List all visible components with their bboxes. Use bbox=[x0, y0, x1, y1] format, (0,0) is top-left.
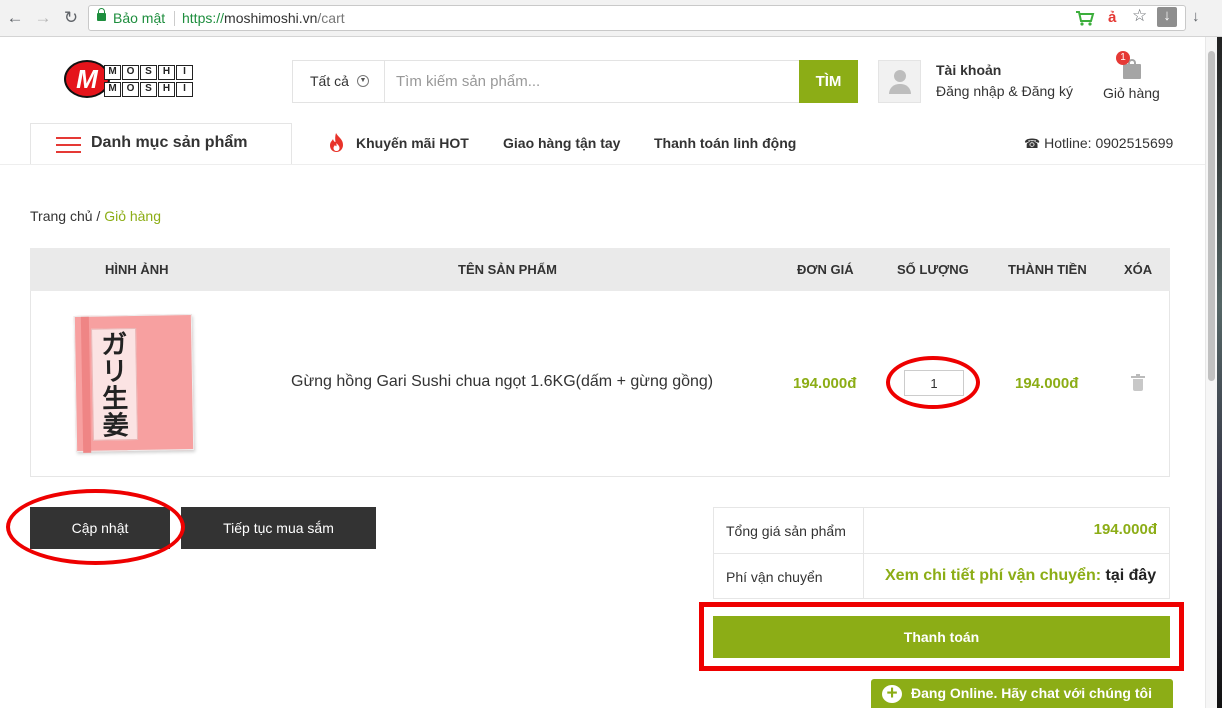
chat-label: Đang Online. Hãy chat với chúng tôi bbox=[911, 685, 1152, 701]
desktop-edge bbox=[1217, 37, 1222, 708]
address-separator bbox=[174, 11, 175, 26]
quantity-input[interactable] bbox=[904, 370, 964, 396]
search-category-label: Tất cả bbox=[310, 73, 349, 89]
trash-icon[interactable] bbox=[1131, 374, 1145, 392]
user-avatar-icon[interactable] bbox=[878, 60, 921, 103]
shipping-details-text: Xem chi tiết phí vận chuyển: bbox=[885, 567, 1102, 584]
search-category-select[interactable]: Tất cả ▼ bbox=[293, 61, 385, 102]
hotline-text: Hotline: 0902515699 bbox=[1044, 135, 1174, 151]
breadcrumb-separator: / bbox=[92, 208, 105, 224]
hamburger-icon bbox=[56, 137, 81, 153]
scrollbar-thumb[interactable] bbox=[1208, 51, 1215, 381]
downloads-icon[interactable]: ↓ bbox=[1192, 8, 1200, 25]
chevron-down-icon: ▼ bbox=[357, 75, 369, 87]
subtotal-label: Tổng giá sản phẩm bbox=[726, 523, 846, 539]
cart-count-badge: 1 bbox=[1116, 51, 1130, 65]
column-header-unit-price: ĐƠN GIÁ bbox=[797, 262, 854, 277]
product-image[interactable]: ガリ生姜 bbox=[73, 313, 195, 453]
column-header-image: HÌNH ẢNH bbox=[105, 262, 169, 277]
checkout-button[interactable]: Thanh toán bbox=[713, 616, 1170, 658]
browser-toolbar: ← → ↻ Bảo mật https://moshimoshi.vn/cart… bbox=[0, 0, 1222, 37]
moshimoshi-logo[interactable]: M MOSHI MOSHI bbox=[64, 60, 210, 100]
category-menu-label: Danh mục sản phẩm bbox=[91, 134, 248, 151]
fire-icon bbox=[330, 133, 343, 152]
update-cart-button[interactable]: Cập nhật bbox=[30, 507, 170, 549]
back-icon[interactable]: ← bbox=[5, 8, 25, 28]
logo-letter: O bbox=[122, 82, 139, 97]
logo-letter: M bbox=[104, 82, 121, 97]
nav-link-hot-promo[interactable]: Khuyến mãi HOT bbox=[356, 135, 469, 151]
logo-letter: I bbox=[176, 82, 193, 97]
shipping-details-link[interactable]: Xem chi tiết phí vận chuyển: tại đây bbox=[885, 567, 1156, 585]
logo-row-bottom: MOSHI bbox=[104, 82, 193, 97]
product-image-stripe bbox=[80, 316, 92, 453]
nav-link-payment[interactable]: Thanh toán linh động bbox=[654, 135, 796, 151]
subtotal-value: 194.000đ bbox=[1093, 521, 1157, 538]
trash-body bbox=[1133, 379, 1143, 391]
url-host: moshimoshi.vn bbox=[224, 10, 318, 26]
chat-plus-icon bbox=[882, 679, 902, 708]
logo-letter: H bbox=[158, 65, 175, 80]
column-header-name: TÊN SẢN PHẨM bbox=[458, 262, 557, 277]
hamburger-bar bbox=[56, 151, 81, 153]
hotline[interactable]: ☎ Hotline: 0902515699 bbox=[1024, 135, 1173, 152]
continue-shopping-button[interactable]: Tiếp tục mua sắm bbox=[181, 507, 376, 549]
table-row: ガリ生姜 Gừng hồng Gari Sushi chua ngọt 1.6K… bbox=[30, 291, 1170, 477]
star-icon[interactable]: ☆ bbox=[1132, 7, 1147, 25]
search-input[interactable] bbox=[386, 61, 798, 102]
shipping-here-link[interactable]: tại đây bbox=[1106, 567, 1157, 584]
product-image-text: ガリ生姜 bbox=[101, 330, 130, 442]
hamburger-bar bbox=[56, 144, 81, 146]
url-scheme: https:// bbox=[182, 10, 225, 26]
column-header-delete: XÓA bbox=[1124, 262, 1153, 277]
address-bar[interactable]: Bảo mật https://moshimoshi.vn/cart ả ☆ ↓ bbox=[88, 5, 1186, 31]
account-title[interactable]: Tài khoản bbox=[936, 62, 1001, 78]
subtotal-row: Tổng giá sản phẩm 194.000đ bbox=[714, 508, 1169, 554]
breadcrumb: Trang chủ / Giỏ hàng bbox=[30, 208, 161, 224]
cart-extension-icon[interactable] bbox=[1075, 10, 1095, 26]
hamburger-bar bbox=[56, 137, 81, 139]
category-menu-button[interactable]: Danh mục sản phẩm bbox=[30, 123, 292, 165]
unit-price: 194.000đ bbox=[793, 375, 857, 392]
phone-icon: ☎ bbox=[1024, 136, 1041, 151]
logo-letter: S bbox=[140, 82, 157, 97]
shipping-row: Phí vận chuyển Xem chi tiết phí vận chuy… bbox=[714, 554, 1169, 600]
cart-totals: Tổng giá sản phẩm 194.000đ Phí vận chuyể… bbox=[713, 507, 1170, 599]
url-text[interactable]: https://moshimoshi.vn/cart bbox=[182, 10, 345, 26]
product-name-link[interactable]: Gừng hồng Gari Sushi chua ngọt 1.6KG(dấm… bbox=[291, 373, 713, 391]
logo-letter: O bbox=[122, 65, 139, 80]
logo-letter: I bbox=[176, 65, 193, 80]
lock-icon bbox=[97, 8, 106, 21]
download-arrow-icon[interactable]: ↓ bbox=[1157, 7, 1177, 27]
trash-lid bbox=[1131, 376, 1145, 378]
column-header-line-total: THÀNH TIỀN bbox=[1008, 262, 1087, 277]
search-button[interactable]: TÌM bbox=[799, 60, 858, 103]
search-bar: Tất cả ▼ TÌM bbox=[292, 60, 858, 103]
breadcrumb-current: Giỏ hàng bbox=[104, 208, 162, 224]
shipping-label: Phí vận chuyển bbox=[726, 569, 823, 585]
cart-bag-body bbox=[1123, 64, 1141, 79]
login-register-link[interactable]: Đăng nhập & Đăng ký bbox=[936, 83, 1073, 99]
logo-letter: H bbox=[158, 82, 175, 97]
online-chat-button[interactable]: Đang Online. Hãy chat với chúng tôi bbox=[871, 679, 1173, 708]
logo-letter: M bbox=[104, 65, 121, 80]
page: ← → ↻ Bảo mật https://moshimoshi.vn/cart… bbox=[0, 0, 1222, 708]
nav-divider bbox=[0, 164, 1205, 165]
logo-letter: S bbox=[140, 65, 157, 80]
cart-link[interactable]: Giỏ hàng bbox=[1103, 85, 1160, 101]
nav-link-delivery[interactable]: Giao hàng tận tay bbox=[503, 135, 620, 151]
forward-icon[interactable]: → bbox=[33, 8, 53, 28]
secure-label: Bảo mật bbox=[113, 10, 166, 26]
breadcrumb-home[interactable]: Trang chủ bbox=[30, 208, 93, 224]
logo-row-top: MOSHI bbox=[104, 65, 193, 80]
reload-icon[interactable]: ↻ bbox=[61, 8, 81, 28]
translate-icon[interactable]: ả bbox=[1108, 9, 1116, 27]
cart-table-header: HÌNH ẢNH TÊN SẢN PHẨM ĐƠN GIÁ SỐ LƯỢNG T… bbox=[30, 248, 1170, 291]
line-total: 194.000đ bbox=[1015, 375, 1079, 392]
url-path: /cart bbox=[317, 10, 345, 26]
page-scrollbar[interactable] bbox=[1205, 37, 1217, 708]
column-header-quantity: SỐ LƯỢNG bbox=[897, 262, 969, 277]
